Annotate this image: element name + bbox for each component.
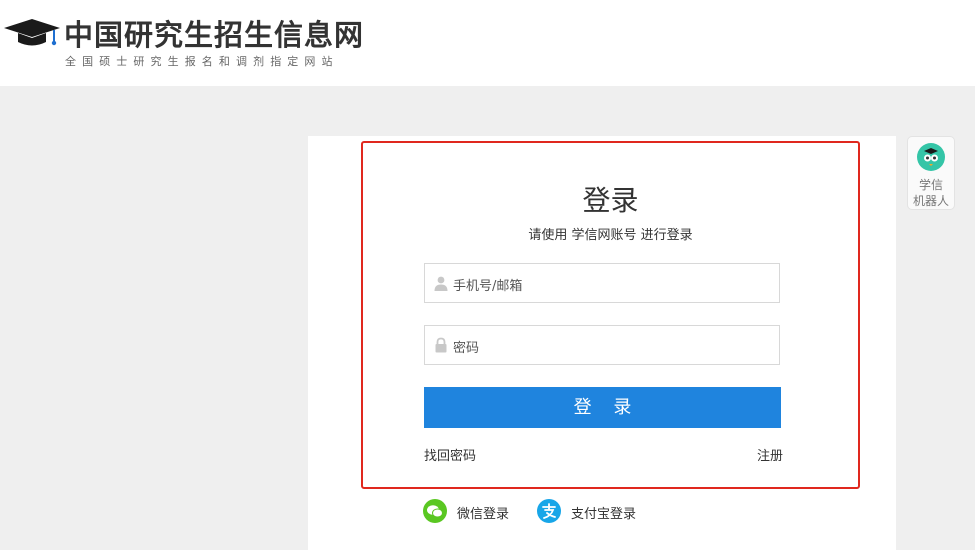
username-placeholder: 手机号/邮箱 bbox=[453, 279, 523, 294]
robot-label-line2: 机器人 bbox=[912, 194, 949, 208]
wechat-icon bbox=[423, 499, 447, 523]
password-field[interactable]: 密码 bbox=[424, 325, 780, 365]
user-icon bbox=[434, 276, 448, 291]
robot-label: 学信 机器人 bbox=[908, 177, 954, 209]
robot-label-line1: 学信 bbox=[918, 178, 943, 192]
forgot-password-link[interactable]: 找回密码 bbox=[424, 445, 476, 464]
alipay-icon bbox=[537, 499, 561, 523]
login-form: 登录 请使用 学信网账号 进行登录 手机号/邮箱 密码 登 录 找回密码 注册 bbox=[361, 141, 860, 489]
wechat-login[interactable]: 微信登录 bbox=[423, 499, 523, 525]
username-field[interactable]: 手机号/邮箱 bbox=[424, 263, 780, 303]
alipay-login[interactable]: 支付宝登录 bbox=[537, 499, 647, 525]
site-subtitle: 全国硕士研究生报名和调剂指定网站 bbox=[65, 55, 339, 68]
site-title[interactable]: 中国研究生招生信息网 bbox=[64, 12, 364, 54]
wechat-login-label: 微信登录 bbox=[457, 507, 510, 522]
alipay-login-label: 支付宝登录 bbox=[571, 507, 637, 522]
login-button[interactable]: 登 录 bbox=[424, 387, 781, 428]
lock-icon bbox=[435, 337, 447, 353]
graduation-cap-icon bbox=[4, 19, 60, 46]
register-link[interactable]: 注册 bbox=[757, 445, 783, 464]
login-description: 请使用 学信网账号 进行登录 bbox=[528, 228, 693, 243]
password-placeholder: 密码 bbox=[453, 341, 480, 356]
xuexin-robot-button[interactable]: 学信 机器人 bbox=[907, 136, 955, 210]
robot-avatar-icon bbox=[917, 143, 945, 171]
site-header: 中国研究生招生信息网 全国硕士研究生报名和调剂指定网站 bbox=[0, 0, 975, 86]
login-title: 登录 bbox=[582, 184, 639, 217]
